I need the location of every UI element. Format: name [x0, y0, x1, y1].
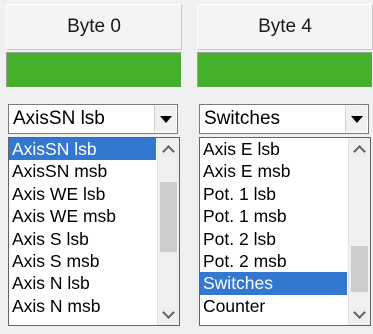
- list-item[interactable]: Pot. 1 lsb: [200, 183, 347, 205]
- byte-4-combobox[interactable]: Switches: [199, 104, 369, 134]
- list-item[interactable]: Pot. 2 lsb: [200, 228, 347, 250]
- scroll-thumb[interactable]: [351, 246, 368, 292]
- list-item[interactable]: Axis WE msb: [9, 205, 156, 227]
- scroll-up-button[interactable]: [158, 138, 179, 158]
- scroll-thumb[interactable]: [160, 182, 177, 252]
- scroll-up-button[interactable]: [349, 138, 370, 158]
- scroll-down-button[interactable]: [349, 305, 370, 325]
- byte-4-combobox-value: Switches: [204, 108, 281, 129]
- list-item[interactable]: AxisSN lsb: [9, 138, 156, 161]
- list-item[interactable]: Pot. 2 msb: [200, 250, 347, 272]
- byte-0-dropdown-list[interactable]: AxisSN lsb AxisSN msb Axis WE lsb Axis WE m…: [8, 137, 180, 326]
- chevron-down-icon: [162, 306, 175, 319]
- chevron-down-icon: [353, 306, 366, 319]
- byte-4-scrollbar[interactable]: [348, 138, 370, 325]
- chevron-down-icon: [160, 116, 172, 123]
- byte-4-dropdown-list[interactable]: Axis E lsb Axis E msb Pot. 1 lsb Pot. 1 msb…: [199, 137, 371, 326]
- byte-4-dropdown-button[interactable]: [345, 106, 367, 132]
- byte-0-panel: Byte 0 AxisSN lsb AxisSN lsb AxisSN msb Ax…: [6, 0, 186, 334]
- byte-4-header: Byte 4: [197, 4, 373, 50]
- byte-0-header: Byte 0: [6, 4, 182, 50]
- list-item[interactable]: Axis S msb: [9, 250, 156, 272]
- byte-4-value-bar: [197, 52, 373, 88]
- list-item[interactable]: Axis S lsb: [9, 228, 156, 250]
- chevron-down-icon: [351, 116, 363, 123]
- byte-4-item-list: Axis E lsb Axis E msb Pot. 1 lsb Pot. 1 msb…: [200, 138, 347, 317]
- byte-0-dropdown-button[interactable]: [154, 106, 176, 132]
- scroll-down-button[interactable]: [158, 305, 179, 325]
- list-item[interactable]: Axis N lsb: [9, 272, 156, 294]
- byte-4-panel: Byte 4 Switches Axis E lsb Axis E msb Pot.…: [197, 0, 373, 334]
- list-item[interactable]: Axis E lsb: [200, 138, 347, 160]
- list-item[interactable]: Axis WE lsb: [9, 183, 156, 205]
- byte-0-value-bar: [6, 52, 182, 88]
- list-item[interactable]: Pot. 1 msb: [200, 205, 347, 227]
- list-item[interactable]: Switches: [200, 272, 347, 295]
- list-item[interactable]: Axis E msb: [200, 160, 347, 182]
- list-item[interactable]: Counter: [200, 295, 347, 317]
- byte-0-item-list: AxisSN lsb AxisSN msb Axis WE lsb Axis WE m…: [9, 138, 156, 317]
- chevron-up-icon: [162, 145, 175, 158]
- byte-0-combobox-value: AxisSN lsb: [13, 108, 105, 129]
- list-item[interactable]: Axis N msb: [9, 295, 156, 317]
- byte-0-combobox[interactable]: AxisSN lsb: [8, 104, 178, 134]
- byte-0-scrollbar[interactable]: [157, 138, 179, 325]
- chevron-up-icon: [353, 145, 366, 158]
- list-item[interactable]: AxisSN msb: [9, 160, 156, 182]
